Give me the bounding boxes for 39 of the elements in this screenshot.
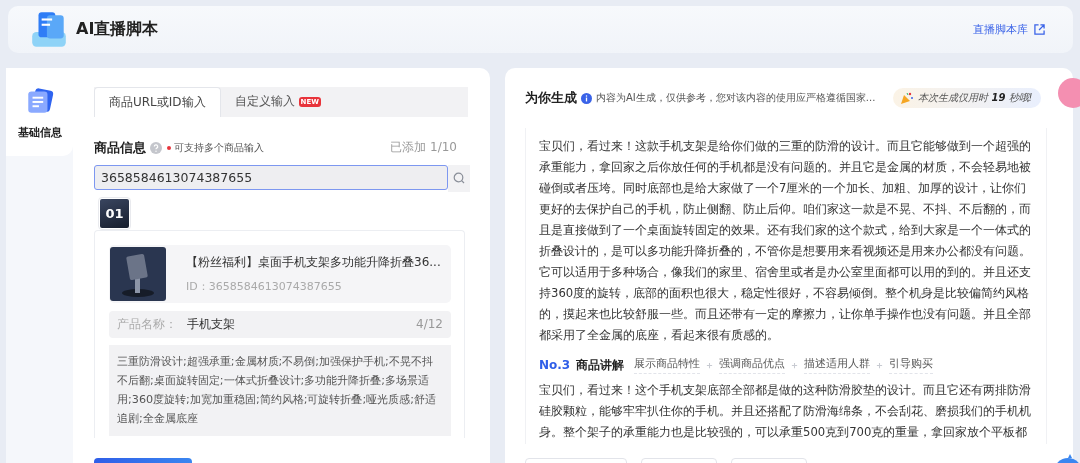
script-paragraph: 宝贝们，看过来！这款手机支架是给你们做的三重的防滑的设计。而且它能够做到一个超强的承重能力，拿回家之后你放任何的手机都是没有问题的。并且它是金属的材质，不会轻易地被碰倒或者压垮。同时底部也是给大家做了一个7厘米的一个加长、加粗、加厚的设计，让你们更好的去保护自己的手机，防止侧翻、防止后仰。咱们家这一款是不晃、不抖、不后翻的，而且是直接做到了一个桌面旋转固定的效果。还有我们家的这个款式，给到大家是一个一体式的折叠设计的，是可以多功能升降折叠的，不管你是想要用来看视频还是用来办公都没有问题。它可以适用于多种场合，像我们的家里、宿舍里或者是办公室里面都可以用的到的。并且还支持360度的旋转，底部的面积也很大，稳定性很好，不容易倾倒。整个机身是比较偏简约风格的，摸起来也比较舒服一些。而且还带有一定的摩擦力，让你单手操作也没有问题。并且全部都采用了全金属的底座，看起来很有质感的。 [539, 138, 1032, 345]
field-label: 产品名称： [117, 315, 177, 333]
step-tag: 描述适用人群 [804, 356, 871, 375]
disclaimer-text: 内容为AI生成，仅供参考，您对该内容的使用应严格遵循国家... [596, 91, 876, 106]
sidebar-item[interactable]: 基础信息 [6, 68, 73, 156]
info-icon [581, 92, 592, 104]
product-id: ID：3658584613074387655 [186, 278, 343, 294]
section-number: No.3 [539, 358, 571, 373]
app-title: AI直播脚本 [76, 19, 159, 40]
tab[interactable]: 商品URL或ID输入 [94, 87, 221, 117]
product-thumbnail-tab[interactable]: 01 [99, 197, 130, 229]
step-tag: 强调商品优点 [719, 356, 786, 375]
script-library-link[interactable]: 直播脚本库 [973, 22, 1028, 37]
plus-icon [791, 361, 799, 369]
script-paragraph: 宝贝们，看过来！这个手机支架底部全部都是做的这种防滑胶垫的设计。而且它还有两排防滑硅胶颗粒，能够牢牢扒住你的手机。并且还搭配了防滑海绵条，不会刮花、磨损我们的手机机身。整个架子的承重能力也是比较强的，可以承重500克到700克的重量，拿回家放个平板都 [539, 382, 1032, 442]
search-icon [453, 172, 465, 185]
help-icon [150, 141, 162, 154]
features-field[interactable]: 三重防滑设计;超强承重;金属材质;不易倒;加强保护手机;不晃不抖不后翻;桌面旋转固定;一体式折叠设计;多功能升降折叠;多场景适用;360度旋转;加宽加重稳固;简约风格;可旋转折叠;哑光质感;舒适追剧;全金属底座 [109, 344, 451, 436]
hint-text: 可支持多个商品输入 [174, 140, 265, 155]
section-heading: 商品讲解 [576, 357, 625, 373]
plus-icon [876, 361, 884, 369]
character-count: 4/12 [416, 317, 443, 332]
section-title: 为你生成 [525, 89, 577, 107]
phone-stand-image [110, 246, 166, 301]
field-label: 商品信息 [94, 138, 146, 157]
round-badge-icon [1058, 78, 1080, 108]
party-popper-icon [900, 91, 915, 106]
timing-badge: 本次生成仅用时 19 秒哦! [893, 88, 1041, 109]
search-button[interactable] [448, 164, 470, 192]
product-name-field[interactable]: 产品名称： 手机支架 4/12 [109, 310, 451, 338]
product-title: 【粉丝福利】桌面手机支架多功能升降折叠36... [186, 253, 441, 271]
added-count: 已添加 1/10 [390, 139, 457, 157]
bullet-dot-icon [167, 145, 171, 150]
product-name: 手机支架 [187, 315, 236, 333]
step-tag: 展示商品特性 [634, 356, 701, 375]
product-id-input[interactable]: 3658584613074387655 [94, 164, 448, 190]
plus-icon [706, 361, 714, 369]
external-link-icon [1034, 24, 1045, 35]
step-tag: 引导购买 [889, 356, 934, 375]
